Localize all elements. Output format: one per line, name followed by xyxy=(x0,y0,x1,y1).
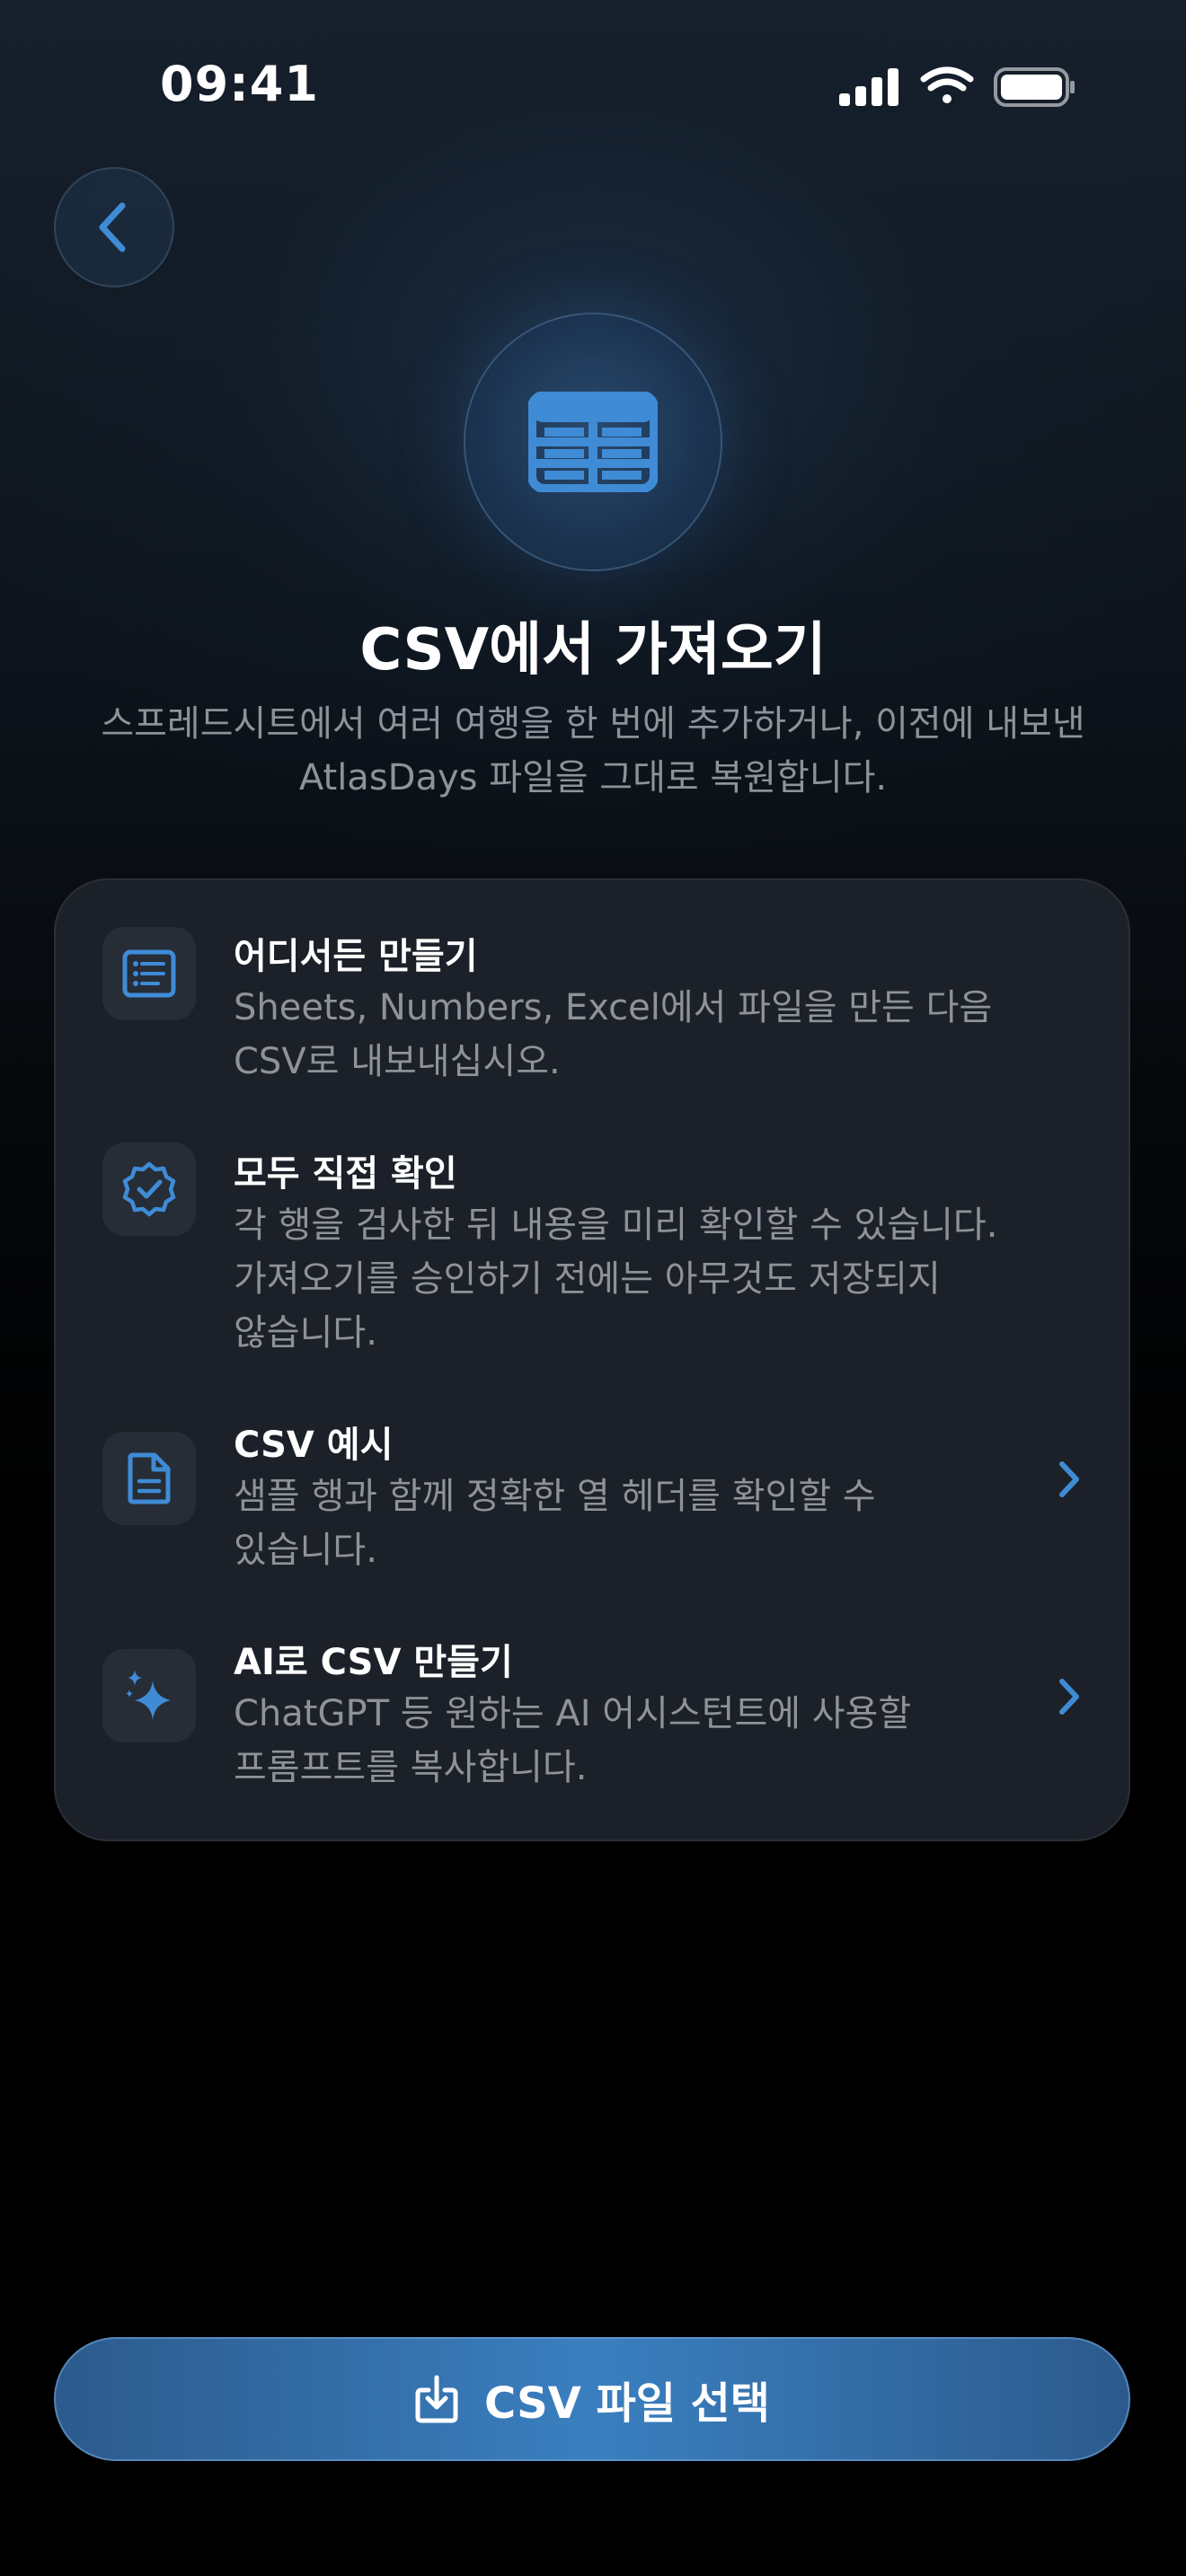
hero-icon-circle xyxy=(464,313,722,571)
feature-desc-line: 가져오기를 승인하기 전에는 아무것도 저장되지 xyxy=(234,1258,941,1300)
subtitle-line-1: 스프레드시트에서 여러 여행을 한 번에 추가하거나, 이전에 내보낸 xyxy=(101,703,1085,745)
csv-import-screen: 09:41 CSV에서 가져오기 스프레드시트에서 여러 여행을 한 번에 추가… xyxy=(0,0,1186,2576)
features-card: 어디서든 만들기 Sheets, Numbers, Excel에서 파일을 만든… xyxy=(54,878,1130,1841)
feature-desc: 각 행을 검사한 뒤 내용을 미리 확인할 수 있습니다. 가져오기를 승인하기… xyxy=(234,1198,1096,1360)
feature-desc-line: 않습니다. xyxy=(234,1312,377,1354)
status-time: 09:41 xyxy=(160,56,319,112)
feature-desc: ChatGPT 등 원하는 AI 어시스턴트에 사용할 프롬프트를 복사합니다. xyxy=(234,1687,970,1795)
feature-title: 모두 직접 확인 xyxy=(234,1153,457,1195)
feature-desc-line: 프롬프트를 복사합니다. xyxy=(234,1747,588,1788)
feature-desc-line: 각 행을 검사한 뒤 내용을 미리 확인할 수 있습니다. xyxy=(234,1204,998,1246)
status-icons xyxy=(839,66,1076,108)
feature-desc: Sheets, Numbers, Excel에서 파일을 만든 다음 CSV로 … xyxy=(234,981,1096,1089)
back-button[interactable] xyxy=(54,167,174,287)
import-icon xyxy=(415,2375,458,2423)
feature-title: CSV 예시 xyxy=(234,1425,394,1466)
feature-desc-line: 있습니다. xyxy=(234,1530,377,1571)
select-csv-file-button[interactable]: CSV 파일 선택 xyxy=(54,2337,1130,2461)
file-icon xyxy=(128,1452,171,1504)
list-document-icon xyxy=(122,949,176,998)
feature-icon-box xyxy=(102,1649,196,1742)
feature-title: 어디서든 만들기 xyxy=(234,936,478,977)
feature-desc-line: CSV로 내보내십시오. xyxy=(234,1041,561,1082)
feature-desc-line: 샘플 행과 함께 정확한 열 헤더를 확인할 수 xyxy=(234,1476,876,1517)
chevron-right-icon xyxy=(1059,1461,1079,1497)
feature-desc: 샘플 행과 함께 정확한 열 헤더를 확인할 수 있습니다. xyxy=(234,1469,970,1577)
feature-title: AI로 CSV 만들기 xyxy=(234,1642,513,1683)
battery-icon xyxy=(994,67,1075,107)
wifi-icon xyxy=(920,66,974,103)
page-title: CSV에서 가져오기 xyxy=(359,617,827,684)
feature-desc-line: Sheets, Numbers, Excel에서 파일을 만든 다음 xyxy=(234,987,993,1028)
page-subtitle: 스프레드시트에서 여러 여행을 한 번에 추가하거나, 이전에 내보낸 Atla… xyxy=(54,697,1132,805)
feature-icon-box xyxy=(102,927,196,1020)
verified-badge-icon xyxy=(122,1161,176,1217)
feature-icon-box xyxy=(102,1432,196,1525)
chevron-right-icon xyxy=(1059,1679,1079,1715)
feature-desc-line: ChatGPT 등 원하는 AI 어시스턴트에 사용할 xyxy=(234,1693,912,1734)
feature-icon-box xyxy=(102,1142,196,1236)
select-csv-file-label: CSV 파일 선택 xyxy=(484,2378,770,2429)
subtitle-line-2: AtlasDays 파일을 그대로 복원합니다. xyxy=(298,757,888,798)
cellular-signal-icon xyxy=(839,68,898,106)
chevron-left-icon xyxy=(99,202,126,252)
table-icon xyxy=(528,392,658,492)
sparkles-icon xyxy=(126,1670,171,1720)
